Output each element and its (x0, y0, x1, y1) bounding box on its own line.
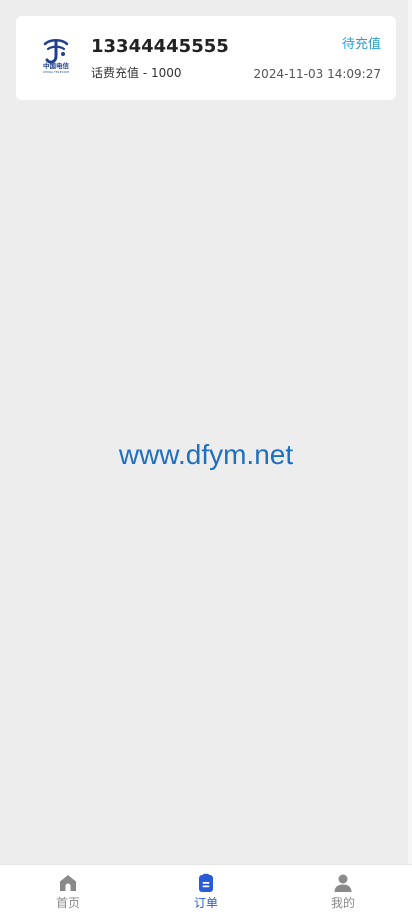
order-description: 话费充值 - 1000 (91, 66, 182, 80)
order-card[interactable]: 中国电信 CHINA TELECOM 13344445555 话费充值 - 10… (16, 16, 396, 100)
tab-mine-label: 我的 (330, 896, 355, 910)
order-phone-number: 13344445555 (91, 36, 229, 57)
home-icon (58, 873, 78, 893)
user-icon (333, 873, 353, 893)
logo-caption: CHINA TELECOM (42, 70, 70, 74)
tab-home-label: 首页 (55, 896, 80, 910)
tab-orders[interactable]: 订单 (156, 865, 256, 915)
order-status: 待充值 (341, 37, 381, 52)
tab-home[interactable]: 首页 (18, 865, 118, 915)
bottom-tab-bar: 首页 订单 我的 (0, 864, 412, 915)
telecom-emblem-icon: 中国电信 (43, 38, 70, 70)
watermark-text: www.dfym.net (118, 439, 294, 470)
svg-text:中国电信: 中国电信 (43, 61, 70, 70)
china-telecom-logo: 中国电信 CHINA TELECOM (36, 38, 76, 78)
order-icon (196, 873, 216, 893)
tab-orders-label: 订单 (193, 896, 218, 910)
tab-mine[interactable]: 我的 (293, 865, 393, 915)
order-time: 2024-11-03 14:09:27 (253, 67, 381, 81)
